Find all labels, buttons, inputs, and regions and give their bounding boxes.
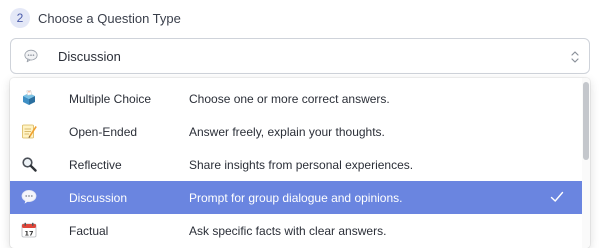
select-value: Discussion [58,48,121,64]
option-multiple-choice[interactable]: Multiple Choice Choose one or more corre… [10,82,582,115]
speech-bubble-icon [24,49,38,63]
memo-icon [22,124,37,139]
option-description: Ask specific facts with clear answers. [189,223,387,238]
question-type-dropdown: Multiple Choice Choose one or more corre… [10,78,590,248]
magnifier-icon [22,157,37,172]
option-open-ended[interactable]: Open-Ended Answer freely, explain your t… [10,115,582,148]
option-label: Open-Ended [69,124,138,139]
option-label: Reflective [69,157,122,172]
checkmark-icon [550,191,564,202]
option-factual[interactable]: 17 Factual Ask specific facts with clear… [10,214,582,247]
option-discussion[interactable]: Discussion Prompt for group dialogue and… [10,181,582,214]
option-label: Factual [69,223,109,238]
option-reflective[interactable]: Reflective Share insights from personal … [10,148,582,181]
option-label: Discussion [69,190,128,205]
ballot-box-icon [23,90,35,105]
option-description: Share insights from personal experiences… [189,157,414,172]
option-description: Choose one or more correct answers. [189,91,390,106]
step-title: Choose a Question Type [38,10,181,26]
chevron-up-down-icon [571,51,579,63]
option-description: Prompt for group dialogue and opinions. [189,190,403,205]
option-label: Multiple Choice [69,91,152,106]
option-description: Answer freely, explain your thoughts. [189,124,385,139]
question-type-select[interactable]: Discussion [10,38,590,74]
calendar-icon: 17 [21,222,37,238]
calendar-day: 17 [24,230,33,238]
step-header: 2 Choose a Question Type [10,7,181,29]
scrollbar-thumb[interactable] [583,82,589,160]
speech-bubble-icon [21,190,37,204]
step-number-badge: 2 [10,8,30,28]
scrollbar-track[interactable] [582,78,590,248]
